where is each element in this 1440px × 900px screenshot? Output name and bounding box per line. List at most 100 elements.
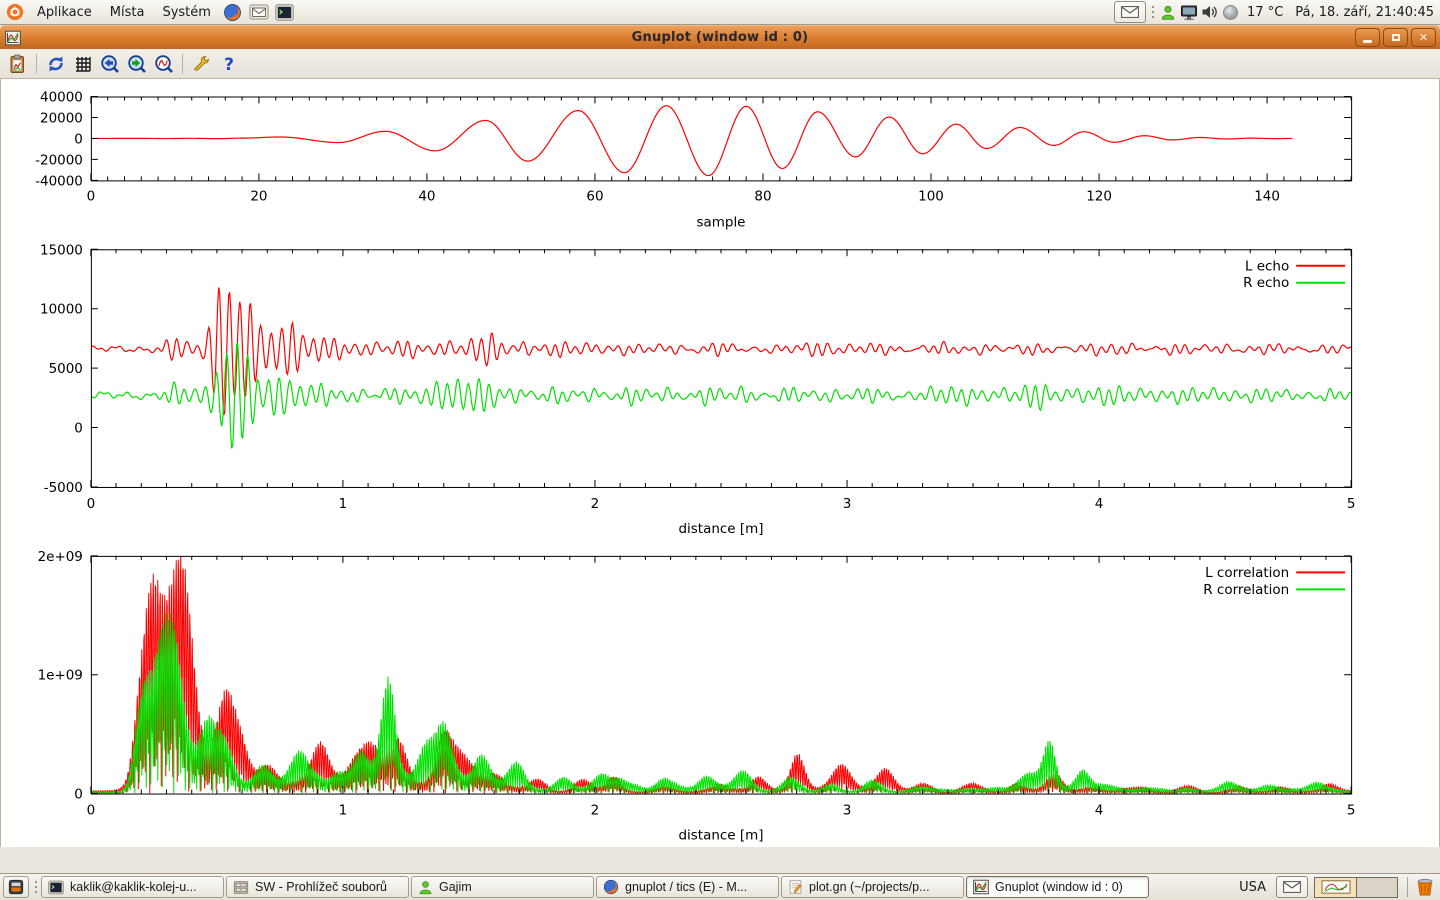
panel-right: 17 °C Pá, 18. září, 21:40:45 [1112,0,1440,24]
y-tick-label: 1e+09 [38,668,83,684]
firefox-icon [603,879,619,895]
close-icon: ✕ [1419,32,1428,43]
series-r-correlation [91,613,1351,794]
workspace-2[interactable] [1356,878,1397,897]
keyboard-layout-indicator[interactable]: USA [1231,880,1274,895]
y-tick-label: 15000 [40,242,83,258]
series-l-echo [91,288,1351,416]
trash-applet[interactable] [1413,877,1437,897]
mail-launcher[interactable] [246,0,272,24]
chart-0-series [91,106,1292,176]
taskbar-window-gajim[interactable]: Gajim [411,876,594,898]
x-tick-label: 20 [250,188,267,204]
gajim-icon [418,880,433,895]
chart-1-series [91,288,1351,449]
help-icon: ? [219,54,239,74]
x-tick-label: 5 [1347,803,1356,819]
taskbar-mail-tray[interactable] [1276,876,1308,898]
next-zoom-button[interactable] [123,51,150,77]
grid-icon [73,54,93,74]
replot-button[interactable] [42,51,69,77]
clock[interactable]: Pá, 18. září, 21:40:45 [1289,5,1440,20]
weather-tray-icon[interactable] [1220,0,1241,24]
x-tick-label: 0 [87,188,96,204]
x-tick-label: 100 [918,188,944,204]
y-tick-label: 2e+09 [38,549,83,565]
menu-applications[interactable]: Aplikace [28,0,101,24]
clipboard-icon [8,54,28,74]
toolbar-separator [36,54,37,74]
taskbar-window-text-editor[interactable]: plot.gn (~/projects/p... [781,876,964,898]
taskbar-window-label: gnuplot / tics (E) - M... [625,880,747,894]
temperature-indicator[interactable]: 17 °C [1241,5,1289,20]
options-button[interactable] [188,51,215,77]
taskbar: kaklik@kaklik-kolej-u... SW - Prohlížeč … [0,873,1440,900]
x-tick-label: 140 [1254,188,1280,204]
show-desktop-button[interactable] [3,876,29,898]
text-editor-icon [788,879,803,895]
gnuplot-window: Gnuplot (window id : 0) ✕ [0,25,1440,848]
y-tick-label: 40000 [40,90,83,106]
y-tick-label: -20000 [35,152,83,168]
taskbar-window-terminal[interactable]: kaklik@kaklik-kolej-u... [41,876,224,898]
chart-2-ticks [91,556,1351,794]
workspace-1[interactable] [1315,878,1356,897]
help-button[interactable]: ? [215,51,242,77]
minimize-button[interactable] [1355,28,1380,47]
legend-label: L echo [1245,258,1289,274]
maximize-button[interactable] [1383,28,1408,47]
envelope-icon [1121,6,1139,18]
workspace-switcher[interactable] [1314,877,1398,898]
file-manager-icon [233,880,249,895]
menu-places[interactable]: Místa [101,0,154,24]
terminal-icon [48,880,64,895]
gnuplot-icon [973,879,989,895]
x-axis-label: distance [m] [679,827,764,843]
minimize-icon [1363,40,1372,43]
chart-1-legend: L echoR echo [1243,258,1345,291]
copy-to-clipboard-button[interactable] [4,51,31,77]
taskbar-window-file-manager[interactable]: SW - Prohlížeč souborů [226,876,409,898]
trash-icon [1415,877,1435,897]
mail-notification-tray[interactable] [1114,1,1146,23]
top-panel: Aplikace Místa Systém [0,0,1440,25]
plot-canvas[interactable]: -40000-200000200004000002040608010012014… [0,79,1440,847]
autoscale-button[interactable] [150,51,177,77]
gajim-tray-icon[interactable] [1157,0,1178,24]
close-button[interactable]: ✕ [1411,28,1436,47]
series-r-echo [91,343,1351,448]
x-axis-label: sample [697,214,746,230]
gnuplot-plots: -40000-200000200004000002040608010012014… [1,79,1439,847]
x-tick-label: 80 [754,188,771,204]
taskbar-window-firefox[interactable]: gnuplot / tics (E) - M... [596,876,779,898]
previous-zoom-button[interactable] [96,51,123,77]
display-tray-icon[interactable] [1178,0,1199,24]
volume-tray-icon[interactable] [1199,0,1220,24]
toolbar-separator [182,54,183,74]
titlebar[interactable]: Gnuplot (window id : 0) ✕ [0,25,1440,49]
x-tick-label: 4 [1095,803,1104,819]
taskbar-handle [33,880,38,894]
menu-system[interactable]: Systém [153,0,219,24]
main-menu-button[interactable] [0,0,28,24]
gnuplot-window-icon [5,30,21,46]
x-tick-label: 0 [87,496,96,512]
x-axis-label: distance [m] [679,521,764,537]
taskbar-window-gnuplot[interactable]: Gnuplot (window id : 0) [966,876,1149,898]
firefox-icon [223,3,242,22]
x-tick-label: 2 [591,803,600,819]
panel-left: Aplikace Místa Systém [0,0,298,24]
maximize-icon [1392,34,1400,41]
x-tick-label: 0 [87,803,96,819]
x-tick-label: 40 [418,188,435,204]
y-tick-label: 0 [74,787,83,803]
svg-text:?: ? [224,55,234,74]
terminal-launcher[interactable] [272,0,298,24]
refresh-icon [46,54,66,74]
taskbar-window-label: Gnuplot (window id : 0) [995,880,1123,894]
toggle-grid-button[interactable] [69,51,96,77]
y-tick-label: -40000 [35,173,83,189]
x-tick-label: 3 [843,803,852,819]
ubuntu-logo-icon [6,3,24,21]
firefox-launcher[interactable] [220,0,246,24]
